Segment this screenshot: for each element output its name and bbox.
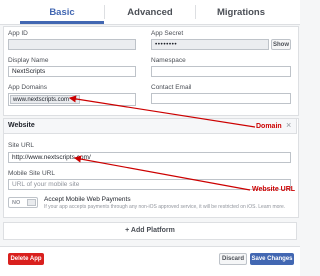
domain-tag-text: www.nextscripts.com	[13, 97, 70, 103]
contact-email-field[interactable]	[151, 93, 291, 104]
payments-toggle[interactable]: NO	[8, 197, 38, 208]
show-secret-button[interactable]: Show	[271, 39, 291, 50]
display-name-field[interactable]: NextScripts	[8, 66, 136, 77]
tab-advanced[interactable]: Advanced	[105, 4, 195, 22]
contact-email-label: Contact Email	[151, 84, 192, 91]
save-changes-button[interactable]: Save Changes	[250, 253, 294, 265]
domain-tag: www.nextscripts.com ×	[10, 95, 81, 104]
add-platform-button[interactable]: + Add Platform	[3, 222, 297, 240]
app-id-field	[8, 39, 136, 50]
app-id-label: App ID	[8, 30, 28, 37]
close-icon[interactable]: ×	[286, 120, 291, 130]
mobile-site-url-field[interactable]: URL of your mobile site	[8, 179, 291, 190]
namespace-field[interactable]	[151, 66, 291, 77]
discard-button[interactable]: Discard	[219, 253, 247, 265]
payments-note: If your app accepts payments through any…	[44, 204, 286, 210]
website-url-annotation: Website URL	[252, 186, 296, 193]
remove-domain-icon[interactable]: ×	[74, 97, 78, 103]
namespace-label: Namespace	[151, 57, 186, 64]
domain-annotation: Domain	[256, 123, 282, 130]
mobile-site-url-label: Mobile Site URL	[8, 170, 55, 177]
tab-migrations[interactable]: Migrations	[196, 4, 286, 22]
app-domains-label: App Domains	[8, 84, 48, 91]
app-secret-label: App Secret	[151, 30, 184, 37]
display-name-label: Display Name	[8, 57, 49, 64]
tab-bar: Basic Advanced Migrations	[0, 0, 300, 25]
tab-basic[interactable]: Basic	[20, 4, 104, 22]
payments-label: Accept Mobile Web Payments	[44, 196, 131, 203]
site-url-label: Site URL	[8, 142, 35, 149]
delete-app-button[interactable]: Delete App	[8, 253, 44, 265]
toggle-knob	[27, 199, 36, 206]
site-url-field[interactable]: http://www.nextscripts.com/	[8, 152, 291, 163]
app-secret-field: ••••••••	[151, 39, 269, 50]
toggle-label: NO	[12, 200, 21, 206]
active-tab-indicator	[20, 21, 104, 24]
website-title: Website	[8, 122, 35, 129]
website-card-header	[3, 118, 297, 134]
